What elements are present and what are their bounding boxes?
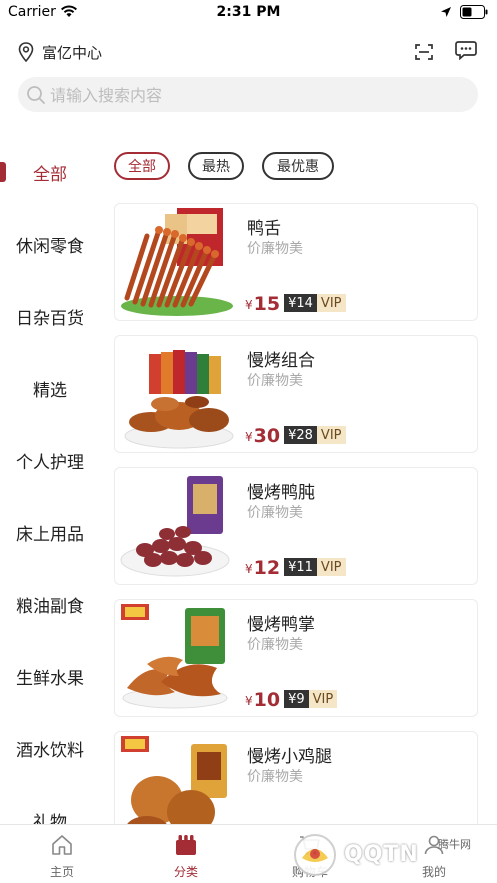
product-subtitle: 价廉物美	[247, 505, 303, 521]
vip-price-tag: ¥11 VIP	[284, 558, 346, 576]
scan-icon[interactable]	[414, 42, 434, 62]
vip-price: ¥9	[284, 690, 309, 708]
sidebar-item-all[interactable]: 全部	[0, 136, 100, 208]
app-header: 富亿中心	[0, 26, 497, 76]
tab-category[interactable]: 分类	[124, 825, 248, 883]
product-card[interactable]: 慢烤组合 价廉物美 ¥ 30 ¥28 VIP	[114, 335, 478, 453]
current-location[interactable]: 富亿中心	[42, 42, 102, 63]
filter-all[interactable]: 全部	[114, 152, 170, 180]
product-card[interactable]: 慢烤鸭肫 价廉物美 ¥ 12 ¥11 VIP	[114, 467, 478, 585]
product-subtitle: 价廉物美	[247, 241, 303, 257]
home-icon	[52, 835, 72, 855]
vip-price-tag: ¥9 VIP	[284, 690, 338, 708]
sidebar-active-indicator	[0, 162, 6, 182]
vip-price: ¥14	[284, 294, 317, 312]
message-icon[interactable]	[455, 40, 477, 60]
vip-label: VIP	[316, 426, 346, 444]
currency-symbol: ¥	[245, 298, 253, 312]
watermark: QQTN 腾牛网	[292, 830, 492, 880]
category-icon	[176, 835, 196, 855]
location-arrow-icon	[441, 7, 451, 17]
product-image	[120, 476, 230, 577]
price-row: ¥ 10 ¥9 VIP	[245, 688, 338, 711]
product-card[interactable]: 慢烤鸭掌 价廉物美 ¥ 10 ¥9 VIP	[114, 599, 478, 717]
product-price: 12	[253, 557, 281, 579]
sidebar-item-drinks[interactable]: 酒水饮料	[0, 712, 100, 784]
product-name: 慢烤小鸡腿	[247, 747, 332, 767]
filter-best-deal[interactable]: 最优惠	[262, 152, 334, 180]
search-input[interactable]	[48, 77, 472, 114]
sidebar-item-featured[interactable]: 精选	[0, 352, 100, 424]
vip-label: VIP	[316, 294, 346, 312]
sidebar-item-gifts[interactable]: 礼物	[0, 784, 100, 825]
sidebar-item-fresh-fruit[interactable]: 生鲜水果	[0, 640, 100, 712]
product-subtitle: 价廉物美	[247, 373, 303, 389]
price-row: ¥ 12 ¥11 VIP	[245, 556, 346, 578]
product-name: 慢烤鸭掌	[247, 615, 315, 635]
vip-price-tag: ¥14 VIP	[284, 294, 346, 312]
vip-label: VIP	[308, 690, 338, 708]
search-icon	[27, 86, 45, 104]
battery-icon	[460, 5, 488, 19]
status-bar: Carrier 2:31 PM	[0, 0, 497, 26]
vip-price-tag: ¥28 VIP	[284, 426, 346, 444]
product-price: 30	[253, 425, 281, 447]
vip-price: ¥11	[284, 558, 317, 576]
category-sidebar: 全部 休闲零食 日杂百货 精选 个人护理 床上用品 粮油副食 生鲜水果 酒水饮料…	[0, 130, 100, 825]
app-screen: Carrier 2:31 PM 富亿中心 请输入搜索内容 全部 休闲零食 日杂百…	[0, 0, 497, 883]
sidebar-item-snacks[interactable]: 休闲零食	[0, 208, 100, 280]
watermark-logo-icon	[294, 834, 336, 876]
product-price: 10	[253, 689, 281, 711]
sidebar-item-household[interactable]: 日杂百货	[0, 280, 100, 352]
filter-hottest[interactable]: 最热	[188, 152, 244, 180]
watermark-site: 腾牛网	[438, 838, 471, 851]
price-row: ¥ 30 ¥28 VIP	[245, 424, 346, 446]
sidebar-item-personal-care[interactable]: 个人护理	[0, 424, 100, 496]
search-bar[interactable]	[18, 77, 478, 114]
sidebar-item-grain-oil[interactable]: 粮油副食	[0, 568, 100, 640]
product-name: 鸭舌	[247, 219, 281, 239]
currency-symbol: ¥	[245, 430, 253, 444]
product-card[interactable]: 鸭舌 价廉物美 ¥ 15 ¥14 VIP	[114, 203, 478, 321]
currency-symbol: ¥	[245, 694, 253, 708]
clock: 2:31 PM	[216, 4, 281, 20]
sidebar-item-bedding[interactable]: 床上用品	[0, 496, 100, 568]
vip-label: VIP	[316, 558, 346, 576]
currency-symbol: ¥	[245, 562, 253, 576]
tab-label: 分类	[173, 865, 198, 879]
product-subtitle: 价廉物美	[247, 769, 303, 785]
tab-home[interactable]: 主页	[0, 825, 124, 883]
watermark-text: QQTN	[344, 842, 419, 867]
tab-label: 主页	[49, 865, 74, 879]
price-row: ¥ 15 ¥14 VIP	[245, 292, 346, 314]
location-pin-icon[interactable]	[18, 42, 34, 62]
product-image	[121, 604, 228, 709]
product-price: 15	[253, 293, 281, 315]
product-subtitle: 价廉物美	[247, 637, 303, 653]
product-name: 慢烤组合	[247, 351, 315, 371]
product-name: 慢烤鸭肫	[247, 483, 315, 503]
vip-price: ¥28	[284, 426, 317, 444]
product-image	[124, 350, 234, 449]
product-image	[121, 208, 233, 316]
